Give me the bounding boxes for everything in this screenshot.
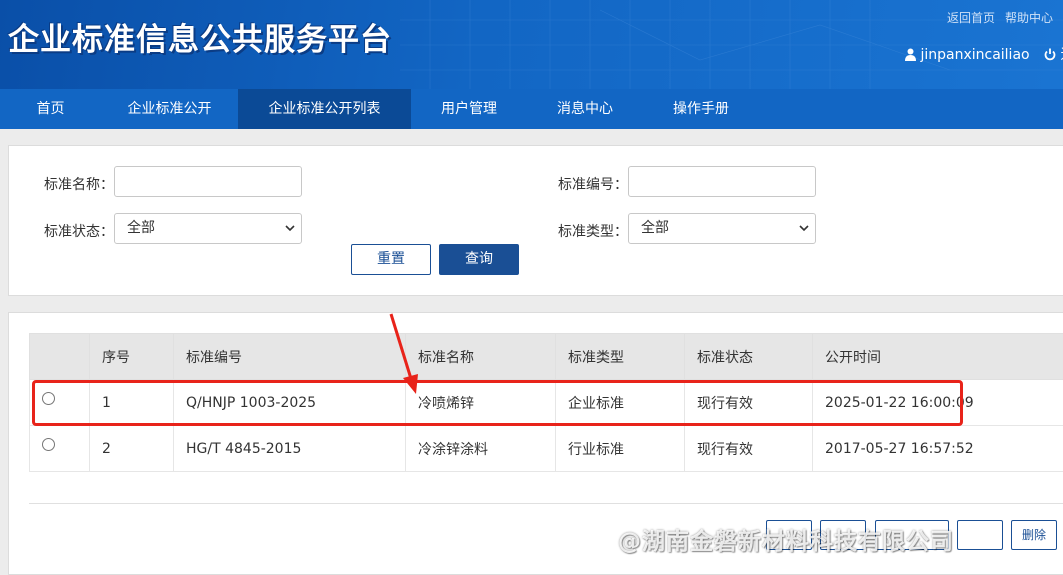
row-code: HG/T 4845-2015 [173,425,406,472]
nav-item-user-management[interactable]: 用户管理 [411,89,527,129]
standard-status-value: 全部 [127,220,155,236]
column-header-time: 公开时间 [812,333,1063,380]
standard-status-select[interactable]: 全部 [114,213,302,244]
site-header: 企业标准信息公共服务平台 返回首页帮助中心 jinpanxincailiao 退… [0,0,1063,89]
watermark: @湖南金磐新材料科技有限公司 [618,529,954,555]
column-header-index: 序号 [89,333,174,380]
standard-code-input[interactable] [628,166,816,197]
reset-button[interactable]: 重置 [351,244,431,275]
standard-code-label: 标准编号： [558,177,628,193]
top-links: 返回首页 帮助中心 [947,9,1063,26]
column-header-code: 标准编号 [173,333,406,380]
user-area: jinpanxincailiao 退出 [905,44,1063,65]
standard-status-label: 标准状态： [44,224,114,240]
table-header-row: 序号 标准编号 标准名称 标准类型 标准状态 公开时间 [29,333,1063,380]
search-panel: 标准名称： 标准编号： 标准状态： 全部 标准类型： 全部 重置 查询 [8,145,1063,296]
main-nav: 首页 企业标准公开 企业标准公开列表 用户管理 消息中心 操作手册 [0,89,1063,129]
standard-type-value: 全部 [641,220,669,236]
row-time: 2017-05-27 16:57:52 [812,425,1063,472]
row-radio[interactable] [42,438,55,451]
row-type: 行业标准 [555,425,685,472]
action-button-4[interactable] [957,520,1003,550]
row-select-cell [29,425,90,472]
delete-button[interactable]: 删除 [1011,520,1057,550]
nav-item-message-center[interactable]: 消息中心 [527,89,643,129]
standard-type-label: 标准类型： [558,224,628,240]
logout-button[interactable]: 退出 [1044,47,1063,63]
table-divider [29,503,1063,504]
row-name: 冷涂锌涂料 [405,425,556,472]
power-icon [1044,48,1056,65]
column-header-status: 标准状态 [684,333,813,380]
help-link[interactable]: 帮助中心 [1005,11,1053,25]
chevron-down-icon [285,225,295,232]
standard-type-select[interactable]: 全部 [628,213,816,244]
username[interactable]: jinpanxincailiao [920,47,1029,63]
user-icon [905,48,916,65]
column-header-type: 标准类型 [555,333,685,380]
home-link[interactable]: 返回首页 [947,11,995,25]
column-header-select [29,333,90,380]
standard-name-input[interactable] [114,166,302,197]
chevron-down-icon [799,225,809,232]
nav-item-standard-disclosure[interactable]: 企业标准公开 [101,89,238,129]
row-status: 现行有效 [684,425,813,472]
nav-item-disclosure-list[interactable]: 企业标准公开列表 [238,89,411,129]
highlight-box [32,380,963,426]
standard-name-label: 标准名称： [44,177,114,193]
brand-title: 企业标准信息公共服务平台 [8,22,392,58]
annotation-arrow-icon [389,313,418,394]
row-index: 2 [89,425,174,472]
table-row[interactable]: 2 HG/T 4845-2015 冷涂锌涂料 行业标准 现行有效 2017-05… [29,425,1063,472]
query-button[interactable]: 查询 [439,244,519,275]
nav-item-home[interactable]: 首页 [0,89,101,129]
nav-item-manual[interactable]: 操作手册 [643,89,759,129]
